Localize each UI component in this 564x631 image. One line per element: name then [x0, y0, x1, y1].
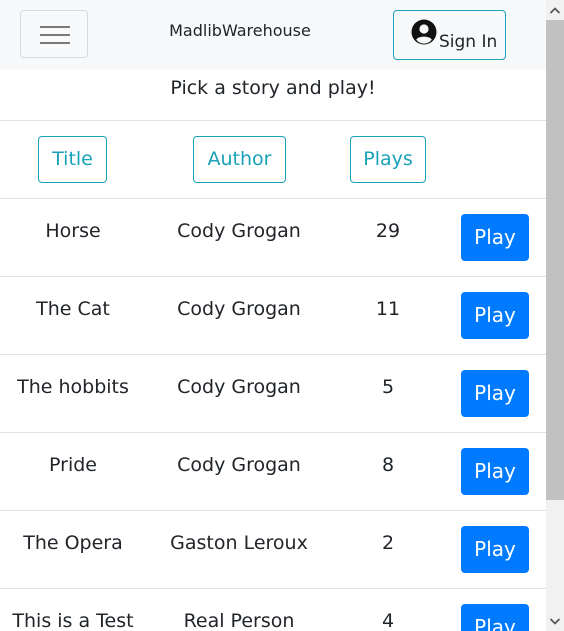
story-author: Cody Grogan — [177, 298, 301, 320]
story-plays: 2 — [381, 532, 395, 554]
story-author: Real Person — [183, 610, 295, 631]
divider — [0, 354, 546, 355]
divider — [0, 120, 546, 121]
hamburger-line — [40, 42, 70, 44]
hamburger-menu-icon — [40, 26, 70, 28]
play-button[interactable]: Play — [461, 214, 529, 261]
story-author: Gaston Leroux — [170, 532, 308, 554]
story-title: The Cat — [36, 298, 110, 320]
page-subtitle: Pick a story and play! — [170, 77, 376, 99]
scroll-down-arrow-icon[interactable] — [546, 612, 564, 630]
sort-by-plays-button[interactable]: Plays — [350, 136, 426, 183]
page: MadlibWarehouse Sign In Pick a story and… — [0, 0, 546, 631]
story-author: Cody Grogan — [177, 220, 301, 242]
story-plays: 29 — [375, 220, 401, 242]
story-title: The hobbits — [17, 376, 129, 398]
story-author: Cody Grogan — [177, 454, 301, 476]
navbar: MadlibWarehouse Sign In — [0, 0, 546, 70]
story-title: The Opera — [23, 532, 123, 554]
menu-toggle-button[interactable] — [20, 10, 88, 58]
divider — [0, 588, 546, 589]
story-plays: 11 — [375, 298, 401, 320]
divider — [0, 510, 546, 511]
play-button[interactable]: Play — [461, 448, 529, 495]
story-title: Pride — [49, 454, 97, 476]
browser-viewport: MadlibWarehouse Sign In Pick a story and… — [0, 0, 564, 631]
scroll-up-arrow-icon[interactable] — [546, 2, 564, 20]
story-plays: 4 — [381, 610, 395, 631]
sort-by-author-button[interactable]: Author — [193, 136, 286, 183]
scrollbar-thumb[interactable] — [546, 20, 564, 500]
play-button[interactable]: Play — [461, 292, 529, 339]
sort-by-title-button[interactable]: Title — [38, 136, 107, 183]
story-author: Cody Grogan — [177, 376, 301, 398]
divider — [0, 198, 546, 199]
story-plays: 8 — [381, 454, 395, 476]
divider — [0, 432, 546, 433]
story-title: Horse — [45, 220, 101, 242]
divider — [0, 276, 546, 277]
sign-in-button[interactable]: Sign In — [393, 10, 506, 60]
play-button[interactable]: Play — [461, 604, 529, 631]
sign-in-label: Sign In — [439, 32, 498, 52]
hamburger-line — [40, 34, 70, 36]
user-circle-icon — [411, 19, 437, 45]
story-title: This is a Test — [12, 610, 134, 631]
story-plays: 5 — [381, 376, 395, 398]
play-button[interactable]: Play — [461, 526, 529, 573]
brand-title[interactable]: MadlibWarehouse — [150, 20, 330, 42]
play-button[interactable]: Play — [461, 370, 529, 417]
